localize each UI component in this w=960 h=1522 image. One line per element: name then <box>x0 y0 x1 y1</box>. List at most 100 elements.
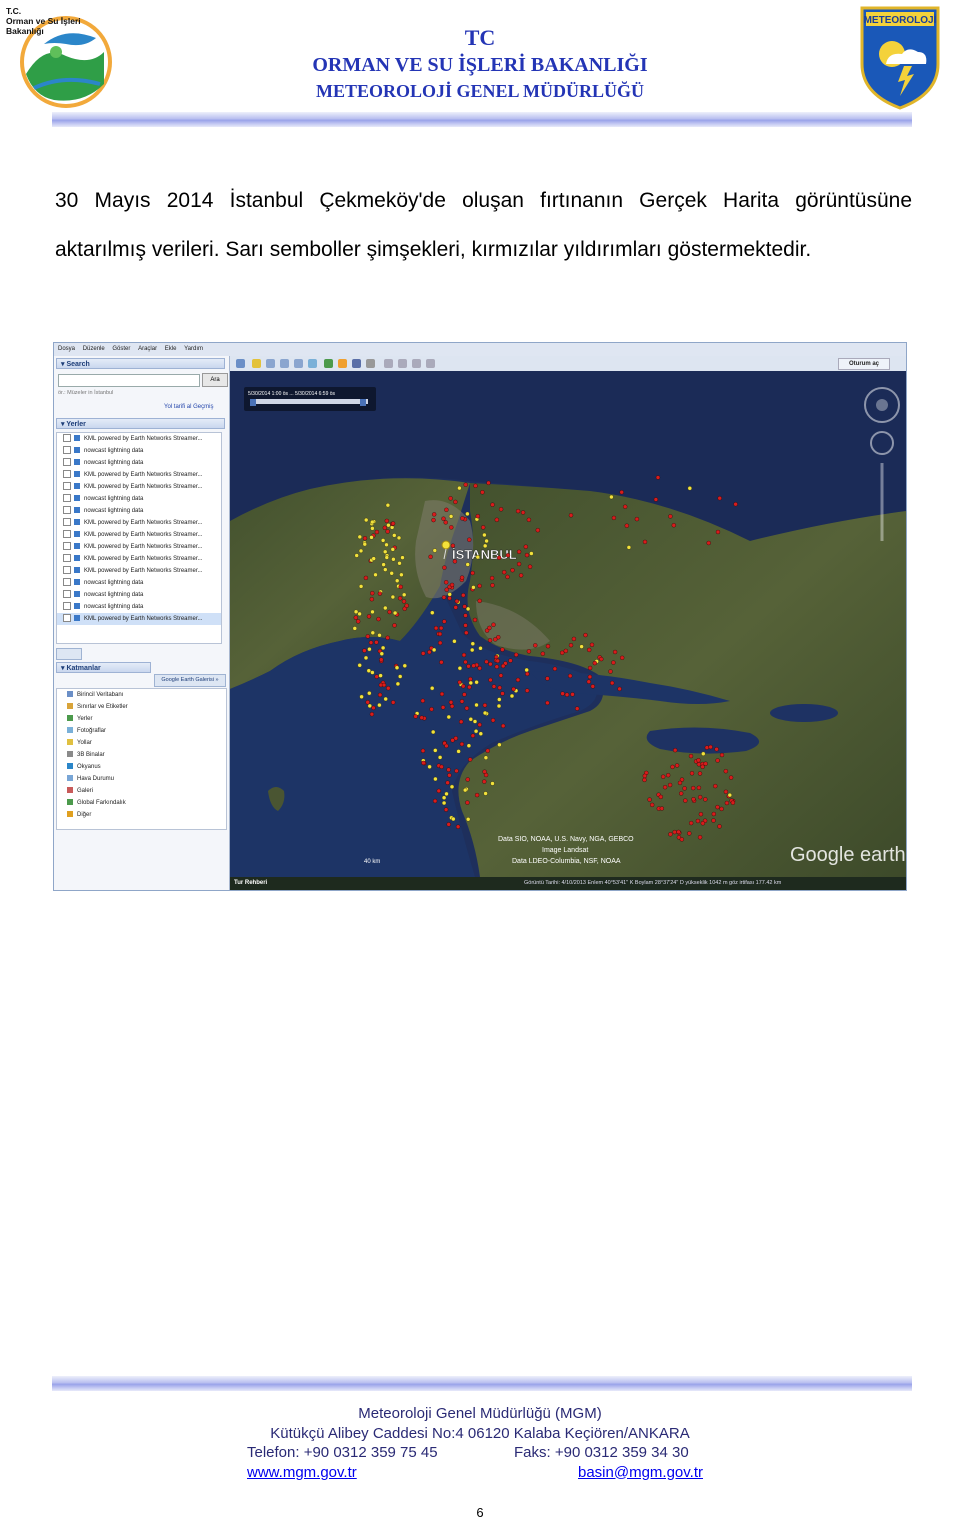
save-image-icon[interactable] <box>412 359 421 368</box>
layers-panel-header[interactable]: ▾ Katmanlar <box>56 662 151 673</box>
gallery-button[interactable]: Google Earth Galerisi » <box>154 674 226 687</box>
layer-item[interactable]: Diğer <box>57 809 226 821</box>
meteoroloji-logo-text: METEOROLOJİ <box>864 13 937 26</box>
strike-marker <box>482 703 488 708</box>
print-icon[interactable] <box>398 359 407 368</box>
places-item[interactable]: KML powered by Earth Networks Streamer..… <box>57 529 221 541</box>
checkbox[interactable] <box>63 602 71 611</box>
places-item[interactable]: KML powered by Earth Networks Streamer..… <box>57 541 221 553</box>
places-item-label: KML powered by Earth Networks Streamer..… <box>84 556 203 562</box>
placemark-icon[interactable] <box>252 359 261 368</box>
strike-marker <box>647 797 652 802</box>
places-item[interactable]: KML powered by Earth Networks Streamer..… <box>57 469 221 481</box>
layer-item-label: Birincil Veritabanı <box>77 692 124 698</box>
layer-item[interactable]: Galeri <box>57 785 226 797</box>
meteoroloji-logo: METEOROLOJİ <box>860 6 940 110</box>
strike-marker <box>612 649 618 655</box>
checkbox[interactable] <box>63 530 71 539</box>
checkbox[interactable] <box>63 578 71 587</box>
email-icon[interactable] <box>384 359 393 368</box>
strike-marker <box>466 743 472 748</box>
layer-item[interactable]: Sınırlar ve Etiketler <box>57 701 226 713</box>
polygon-icon[interactable] <box>266 359 275 368</box>
strike-marker <box>679 837 684 842</box>
overlay-icon[interactable] <box>294 359 303 368</box>
strike-marker <box>468 680 473 686</box>
scale-label: 40 km <box>364 859 380 865</box>
strike-marker <box>589 642 595 647</box>
menu-dosya[interactable]: Dosya <box>58 346 75 352</box>
layer-item[interactable]: Okyanus <box>57 761 226 773</box>
checkbox[interactable] <box>63 566 71 575</box>
checkbox[interactable] <box>63 554 71 563</box>
tour-guide-button[interactable]: Tur Rehberi <box>234 879 267 888</box>
checkbox[interactable] <box>63 458 71 467</box>
time-slider[interactable]: 5/30/2014 1:00 ös ... 5/30/2014 6:59 ös <box>244 387 376 411</box>
menu-araclar[interactable]: Araçlar <box>138 346 157 352</box>
places-item[interactable]: KML powered by Earth Networks Streamer..… <box>57 613 221 625</box>
checkbox[interactable] <box>63 518 71 527</box>
strike-marker <box>586 679 591 684</box>
menu-yardim[interactable]: Yardım <box>184 346 203 352</box>
places-item[interactable]: nowcast lightning data <box>57 445 221 457</box>
strike-marker <box>467 537 472 542</box>
kml-icon <box>74 555 80 562</box>
places-item[interactable]: KML powered by Earth Networks Streamer..… <box>57 565 221 577</box>
places-item[interactable]: nowcast lightning data <box>57 589 221 601</box>
search-panel-header[interactable]: ▾ Search <box>56 358 225 369</box>
search-input[interactable] <box>58 374 200 387</box>
strike-marker <box>516 549 522 554</box>
menu-duzenle[interactable]: Düzenle <box>83 346 105 352</box>
layer-item[interactable]: Hava Durumu <box>57 773 226 785</box>
places-item[interactable]: nowcast lightning data <box>57 457 221 469</box>
strike-marker <box>367 703 372 709</box>
path-icon[interactable] <box>280 359 289 368</box>
sunlight-icon[interactable] <box>338 359 347 368</box>
strike-marker <box>510 568 515 573</box>
menu-ekle[interactable]: Ekle <box>165 346 177 352</box>
checkbox[interactable] <box>63 542 71 551</box>
checkbox[interactable] <box>63 482 71 491</box>
checkbox[interactable] <box>63 434 71 443</box>
sign-in-button[interactable]: Oturum aç <box>838 358 890 370</box>
planets-icon[interactable] <box>352 359 361 368</box>
menu-goster[interactable]: Göster <box>112 346 130 352</box>
strike-marker <box>433 776 438 782</box>
places-panel-header[interactable]: ▾ Yerler <box>56 418 225 429</box>
places-item[interactable]: KML powered by Earth Networks Streamer..… <box>57 481 221 493</box>
sidebar-toggle-icon[interactable] <box>236 359 245 368</box>
layer-item[interactable]: 3B Binalar <box>57 749 226 761</box>
checkbox[interactable] <box>63 590 71 599</box>
places-item[interactable]: nowcast lightning data <box>57 505 221 517</box>
ruler-icon[interactable] <box>366 359 375 368</box>
layer-item[interactable]: Yerler <box>57 713 226 725</box>
strike-marker <box>477 583 482 589</box>
search-hint: ör.: Müzeler in İstanbul <box>58 390 114 396</box>
historical-imagery-icon[interactable] <box>324 359 333 368</box>
maps-icon[interactable] <box>426 359 435 368</box>
layer-item[interactable]: Global Farkındalık <box>57 797 226 809</box>
tour-icon[interactable] <box>308 359 317 368</box>
checkbox[interactable] <box>63 506 71 515</box>
places-item[interactable]: KML powered by Earth Networks Streamer..… <box>57 553 221 565</box>
footer-website-link[interactable]: www.mgm.gov.tr <box>247 1463 357 1483</box>
checkbox[interactable] <box>63 446 71 455</box>
layer-item[interactable]: Birincil Veritabanı <box>57 689 226 701</box>
places-item[interactable]: nowcast lightning data <box>57 601 221 613</box>
places-item[interactable]: nowcast lightning data <box>57 493 221 505</box>
strike-marker <box>419 715 424 720</box>
checkbox[interactable] <box>63 494 71 503</box>
satellite-map[interactable]: İSTANBUL 5/30/2014 1:00 ös ... 5/30/2014… <box>230 371 906 877</box>
search-button[interactable]: Ara <box>202 373 228 387</box>
strike-marker <box>564 692 570 697</box>
places-item[interactable]: KML powered by Earth Networks Streamer..… <box>57 433 221 445</box>
checkbox[interactable] <box>63 470 71 479</box>
layer-item[interactable]: Fotoğraflar <box>57 725 226 737</box>
footer-email-link[interactable]: basin@mgm.gov.tr <box>578 1463 703 1483</box>
places-controls[interactable] <box>56 648 82 660</box>
layer-item[interactable]: Yollar <box>57 737 226 749</box>
places-item[interactable]: nowcast lightning data <box>57 577 221 589</box>
places-item[interactable]: KML powered by Earth Networks Streamer..… <box>57 517 221 529</box>
route-links[interactable]: Yol tarifi al Geçmiş <box>164 404 213 410</box>
checkbox[interactable] <box>63 614 71 623</box>
